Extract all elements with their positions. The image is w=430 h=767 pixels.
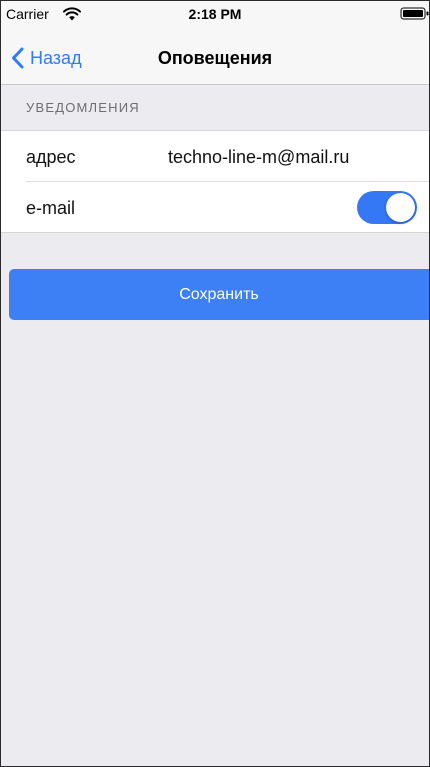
toggle-knob (386, 193, 415, 222)
save-button[interactable]: Сохранить (9, 269, 429, 320)
email-row: e-mail (1, 182, 429, 233)
email-label: e-mail (26, 198, 76, 218)
page-title: Оповещения (157, 48, 273, 68)
email-toggle[interactable] (357, 191, 417, 224)
address-value: techno-line-m@mail.ru (168, 147, 350, 167)
save-button-label: Сохранить (179, 285, 259, 303)
screen: Carrier 2:18 PM Назад Оповещения УВЕДОМЛ… (0, 0, 430, 767)
status-time: 2:18 PM (188, 6, 242, 22)
address-label: адрес (26, 147, 76, 167)
address-row[interactable]: адрес techno-line-m@mail.ru (1, 131, 429, 182)
status-bar: Carrier 2:18 PM (1, 1, 429, 29)
battery-icon (400, 7, 429, 20)
navigation-bar: Назад Оповещения (1, 29, 429, 85)
settings-group: адрес techno-line-m@mail.ru e-mail (1, 131, 429, 233)
section-header: УВЕДОМЛЕНИЯ (1, 85, 429, 131)
section-header-label: УВЕДОМЛЕНИЯ (26, 100, 140, 115)
